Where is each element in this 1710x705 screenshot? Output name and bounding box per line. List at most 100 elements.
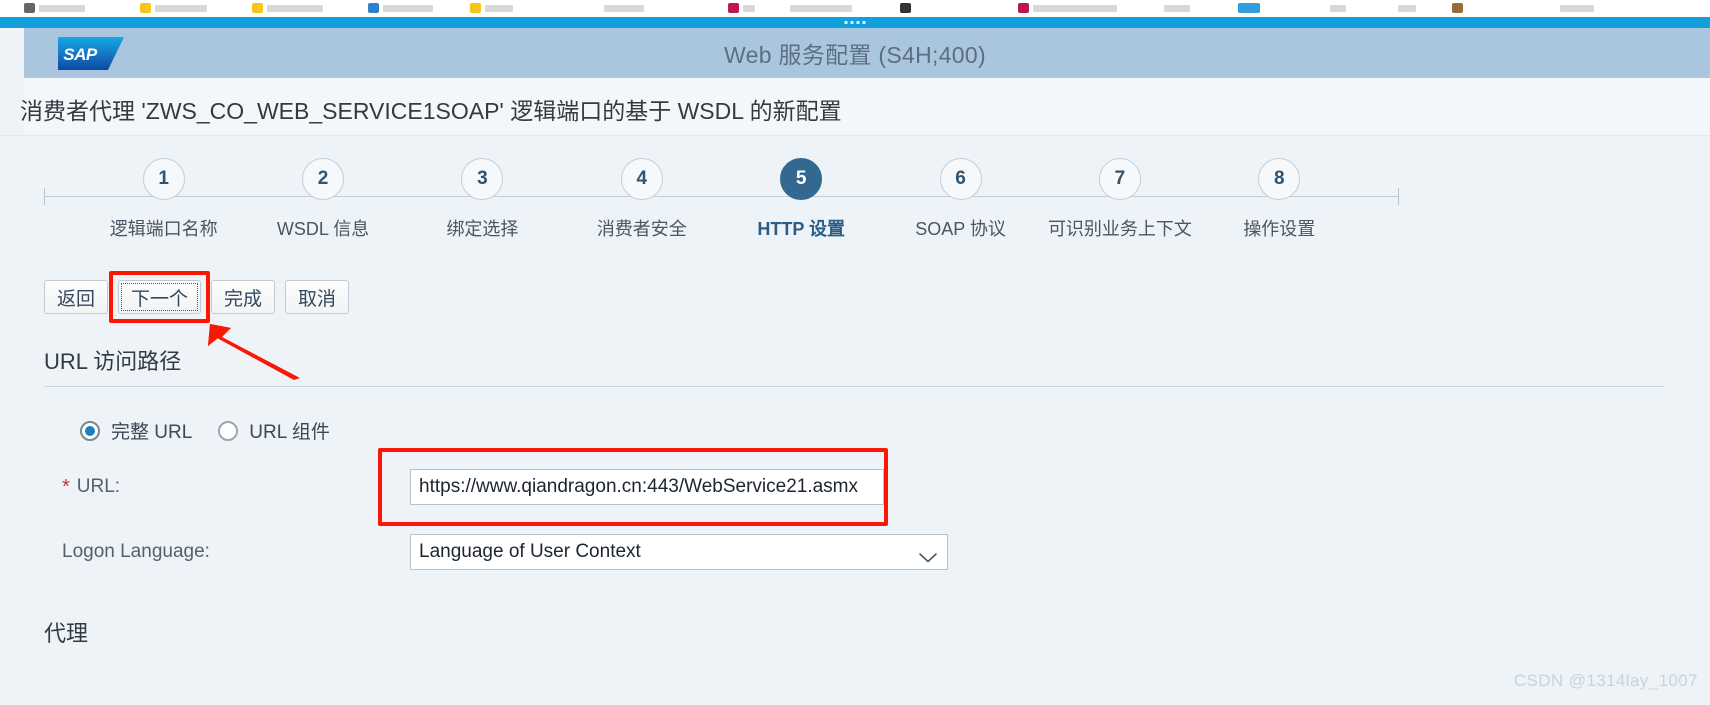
- roadmap-step-label: WSDL 信息: [276, 219, 370, 239]
- logon-language-select[interactable]: Language of User Context: [410, 534, 948, 570]
- page-body: 1 逻辑端口名称 2 WSDL 信息 3 绑定选择 4 消费者安全 5 HTTP…: [0, 136, 1710, 705]
- back-button-wrap: 返回: [44, 280, 109, 314]
- proxy-section: 代理: [44, 616, 1664, 658]
- cancel-button[interactable]: 取消: [285, 280, 350, 314]
- bookmark-label: [1033, 4, 1117, 12]
- bookmark-label: [743, 4, 755, 12]
- proxy-section-title: 代理: [44, 621, 89, 646]
- radio-url-components[interactable]: URL 组件: [218, 417, 330, 444]
- bookmark-item[interactable]: [728, 3, 755, 13]
- roadmap-step-1[interactable]: 1 逻辑端口名称: [84, 158, 243, 241]
- logon-language-form-row: Logon Language: Language of User Context: [62, 534, 948, 570]
- roadmap-step-number: 1: [142, 158, 185, 200]
- roadmap-step-number: 3: [461, 158, 504, 200]
- url-form-row: * URL: https://www.qiandragon.cn:443/Web…: [62, 448, 888, 526]
- roadmap-step-number: 4: [620, 158, 663, 200]
- roadmap-step-2[interactable]: 2 WSDL 信息: [243, 158, 402, 241]
- bookmark-item[interactable]: [1452, 3, 1463, 13]
- url-section-title: URL 访问路径: [44, 349, 182, 374]
- shell-title: Web 服务配置 (S4H;400): [724, 42, 986, 68]
- bookmark-item[interactable]: [1330, 3, 1346, 13]
- bookmark-label: [604, 4, 644, 12]
- sap-logo-icon: SAP: [58, 37, 124, 70]
- cancel-button-wrap: 取消: [285, 280, 350, 314]
- bookmark-favicon: [140, 3, 151, 13]
- roadmap-step-7[interactable]: 7 可识别业务上下文: [1040, 158, 1199, 241]
- roadmap-step-number: 5: [780, 158, 823, 200]
- bookmark-favicon: [470, 3, 481, 13]
- roadmap-step-number: 2: [302, 158, 345, 200]
- logon-language-label: Logon Language:: [62, 541, 210, 562]
- radio-indicator-icon: [80, 420, 100, 441]
- bookmark-label: [1560, 4, 1594, 12]
- bookmark-item[interactable]: [140, 3, 207, 13]
- bookmark-label: [155, 4, 207, 12]
- csdn-watermark: CSDN @1314lay_1007: [1513, 671, 1698, 690]
- radio-full-url-label: 完整 URL: [111, 422, 193, 443]
- bookmark-favicon: [1238, 3, 1260, 13]
- bookmark-item[interactable]: [1560, 3, 1594, 13]
- chevron-down-icon: [919, 547, 937, 563]
- radio-indicator-icon: [218, 420, 239, 441]
- required-asterisk-icon: *: [62, 476, 70, 498]
- bookmark-label: [1398, 4, 1416, 12]
- bookmark-label: [383, 4, 433, 12]
- roadmap-step-label: SOAP 协议: [915, 219, 1006, 239]
- page-title: 消费者代理 'ZWS_CO_WEB_SERVICE1SOAP' 逻辑端口的基于 …: [20, 98, 842, 124]
- bookmark-label: [485, 4, 513, 12]
- url-field-highlight-box: https://www.qiandragon.cn:443/WebService…: [378, 448, 888, 526]
- radio-url-components-label: URL 组件: [249, 422, 330, 443]
- wizard-roadmap: 1 逻辑端口名称 2 WSDL 信息 3 绑定选择 4 消费者安全 5 HTTP…: [44, 158, 1399, 258]
- roadmap-step-6[interactable]: 6 SOAP 协议: [881, 158, 1040, 241]
- bookmark-label: [1164, 4, 1190, 12]
- bookmark-favicon: [728, 3, 739, 13]
- next-button-highlight-box: 下一个: [109, 271, 211, 323]
- back-button[interactable]: 返回: [44, 280, 109, 314]
- next-button[interactable]: 下一个: [118, 280, 202, 314]
- roadmap-step-3[interactable]: 3 绑定选择: [403, 158, 562, 241]
- roadmap-step-number: 7: [1098, 158, 1141, 200]
- roadmap-step-label: 可识别业务上下文: [1047, 219, 1192, 239]
- logon-language-value: Language of User Context: [419, 541, 641, 562]
- bookmark-item[interactable]: [1238, 3, 1260, 13]
- roadmap-step-8[interactable]: 8 操作设置: [1200, 158, 1359, 241]
- roadmap-step-number: 8: [1258, 158, 1301, 200]
- roadmap-step-5[interactable]: 5 HTTP 设置: [722, 158, 881, 241]
- url-section-divider: [44, 386, 1664, 387]
- bookmark-favicon: [1018, 3, 1029, 13]
- roadmap-step-label: 消费者安全: [596, 219, 687, 239]
- url-mode-radio-group: 完整 URL URL 组件: [80, 417, 330, 444]
- finish-button[interactable]: 完成: [211, 280, 276, 314]
- bookmark-item[interactable]: [252, 3, 323, 13]
- bookmark-item[interactable]: [900, 3, 911, 13]
- url-path-section: URL 访问路径: [44, 344, 1664, 387]
- bookmark-item[interactable]: [1018, 3, 1117, 13]
- roadmap-step-label: 逻辑端口名称: [109, 219, 218, 239]
- bookmark-label: [267, 4, 323, 12]
- bookmark-item[interactable]: [790, 3, 852, 13]
- sap-shell-header: Web 服务配置 (S4H;400) SAP: [0, 28, 1710, 78]
- bookmark-favicon: [24, 3, 35, 13]
- bookmark-favicon: [900, 3, 911, 13]
- url-input[interactable]: https://www.qiandragon.cn:443/WebService…: [410, 469, 884, 505]
- roadmap-step-number: 6: [939, 158, 982, 200]
- bookmark-favicon: [252, 3, 263, 13]
- bookmark-item[interactable]: [24, 3, 85, 13]
- roadmap-step-4[interactable]: 4 消费者安全: [562, 158, 721, 241]
- url-label-text: URL:: [76, 476, 121, 497]
- bookmark-item[interactable]: [1164, 3, 1190, 13]
- bookmark-item[interactable]: [368, 3, 433, 13]
- page-title-band: 消费者代理 'ZWS_CO_WEB_SERVICE1SOAP' 逻辑端口的基于 …: [0, 78, 1710, 136]
- bookmark-label: [1330, 4, 1346, 12]
- bookmark-label: [790, 4, 852, 12]
- radio-full-url[interactable]: 完整 URL: [80, 417, 192, 444]
- bookmark-item[interactable]: [1398, 3, 1416, 13]
- roadmap-step-label: 绑定选择: [446, 219, 519, 239]
- browser-bookmarks-bar[interactable]: [0, 0, 1710, 17]
- bookmark-item[interactable]: [470, 3, 513, 13]
- window-grip-icon[interactable]: [844, 21, 866, 24]
- url-field-label: * URL:: [62, 476, 410, 498]
- bookmark-item[interactable]: [604, 3, 644, 13]
- wizard-toolbar: 返回 下一个 完成 取消: [44, 271, 350, 323]
- bookmark-favicon: [1452, 3, 1463, 13]
